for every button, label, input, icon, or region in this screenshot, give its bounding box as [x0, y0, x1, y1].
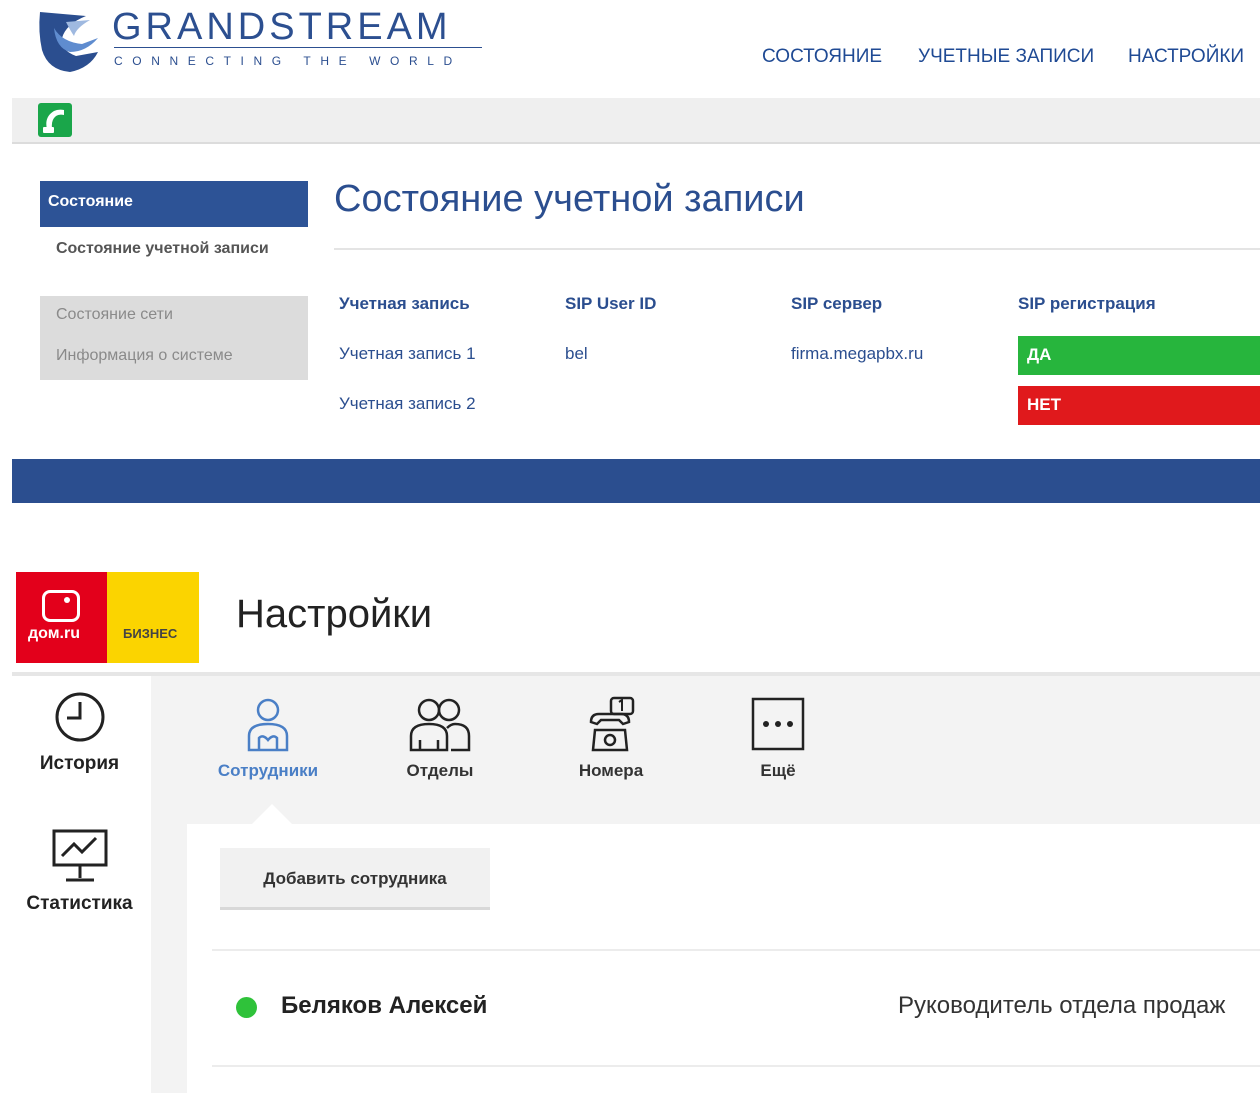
sidebar-item-network-status[interactable]: Состояние сети — [56, 306, 173, 324]
tab-departments-label: Отделы — [406, 761, 474, 780]
account-1-user-id: bel — [565, 344, 588, 363]
sidebar-item-system-info[interactable]: Информация о системе — [56, 347, 233, 365]
brand-tagline: CONNECTING THE WORLD — [114, 54, 462, 68]
more-dots-icon — [751, 697, 805, 751]
section-divider-band — [12, 459, 1260, 503]
domru-logo-text: дом.ru — [28, 625, 80, 642]
title-divider — [334, 248, 1260, 250]
nav-status[interactable]: СОСТОЯНИЕ — [762, 46, 882, 68]
tab-numbers[interactable]: Номера — [551, 696, 671, 781]
tv-screen-icon — [42, 590, 80, 622]
online-status-icon — [236, 997, 257, 1018]
page-title: Состояние учетной записи — [334, 178, 805, 220]
employee-role: Руководитель отдела продаж — [898, 992, 1226, 1019]
group-icon — [409, 698, 471, 752]
phone-icon[interactable] — [38, 103, 72, 137]
brand-underline — [114, 47, 482, 48]
toolbar — [12, 98, 1260, 144]
account-1-server: firma.megapbx.ru — [791, 344, 924, 363]
tv-screen-dot-icon — [64, 597, 70, 603]
monitor-chart-icon — [52, 829, 107, 882]
column-header-account: Учетная запись — [339, 294, 470, 313]
domru-logo-business-block — [107, 572, 199, 663]
nav-statistics[interactable]: Статистика — [12, 828, 147, 915]
account-2-registration-badge: НЕТ — [1018, 386, 1260, 425]
list-divider — [212, 1065, 1260, 1067]
nav-accounts[interactable]: УЧЕТНЫЕ ЗАПИСИ — [918, 46, 1094, 68]
active-tab-pointer — [252, 804, 292, 824]
column-header-sip-user-id: SIP User ID — [565, 294, 657, 313]
tab-employees[interactable]: Сотрудники — [208, 696, 328, 781]
phone-with-number-icon — [589, 696, 635, 752]
column-header-sip-registration: SIP регистрация — [1018, 294, 1156, 313]
grandstream-logo-icon — [39, 12, 98, 72]
person-icon — [247, 698, 289, 752]
clock-icon — [55, 692, 104, 742]
account-2-name: Учетная запись 2 — [339, 394, 476, 413]
add-employee-button[interactable]: Добавить сотрудника — [220, 848, 490, 910]
domru-logo-business-text: БИЗНЕС — [123, 626, 178, 641]
settings-title: Настройки — [236, 592, 433, 636]
tab-more-label: Ещё — [760, 761, 796, 780]
employee-name[interactable]: Беляков Алексей — [281, 992, 487, 1020]
account-1-name: Учетная запись 1 — [339, 344, 476, 363]
tab-numbers-label: Номера — [578, 761, 644, 780]
sidebar-item-account-status[interactable]: Состояние учетной записи — [56, 237, 276, 261]
tab-more[interactable]: Ещё — [718, 696, 838, 781]
sidebar-item-status[interactable]: Состояние — [40, 181, 308, 227]
account-1-registration-badge: ДА — [1018, 336, 1260, 375]
tab-departments[interactable]: Отделы — [380, 696, 500, 781]
nav-statistics-label: Статистика — [26, 893, 133, 914]
brand-name: GRANDSTREAM — [112, 6, 452, 48]
tab-employees-label: Сотрудники — [217, 761, 319, 780]
nav-settings[interactable]: НАСТРОЙКИ — [1128, 46, 1244, 68]
column-header-sip-server: SIP сервер — [791, 294, 883, 313]
nav-history-label: История — [39, 753, 120, 774]
nav-history[interactable]: История — [12, 690, 147, 775]
